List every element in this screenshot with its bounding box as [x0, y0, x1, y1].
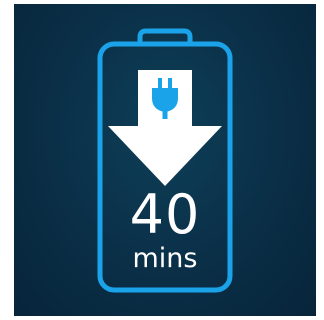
charging-tile: 40 mins — [14, 4, 316, 316]
charge-time-unit: mins — [132, 243, 198, 274]
arrow-down-icon — [108, 70, 222, 186]
charge-time-value: 40 — [129, 183, 201, 246]
